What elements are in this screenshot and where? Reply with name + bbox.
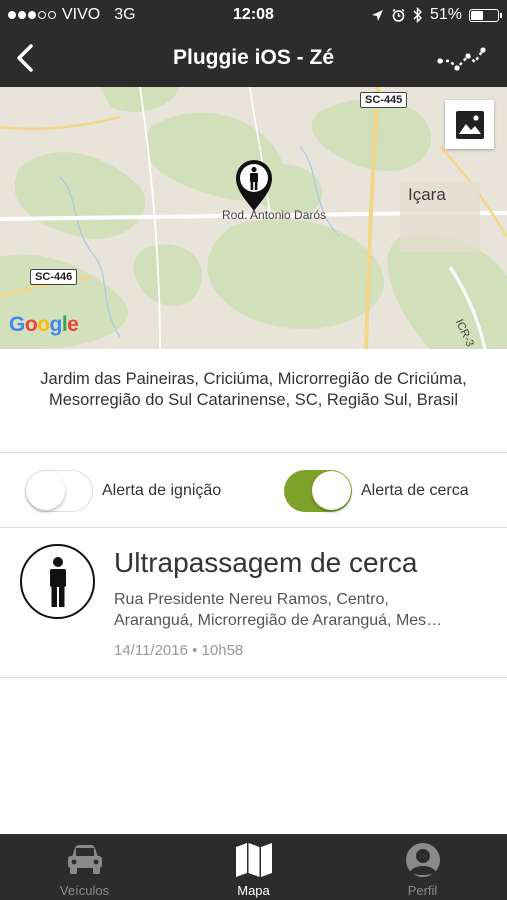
battery-icon (469, 8, 502, 22)
map-type-button[interactable] (445, 100, 494, 149)
image-icon (455, 110, 484, 139)
battery-percent: 51% (429, 6, 462, 23)
bluetooth-icon (413, 7, 422, 23)
tab-label-perfil: Perfil (407, 883, 438, 898)
car-icon (67, 845, 102, 874)
tab-mapa[interactable]: Mapa (169, 834, 338, 900)
fence-alert-toggle[interactable] (284, 470, 352, 512)
location-arrow-icon (371, 9, 383, 21)
ignition-alert-label: Alerta de ignição (102, 482, 222, 499)
event-address-line2: Araranguá, Microrregião de Araranguá, Me… (114, 612, 443, 629)
event-title: Ultrapassagem de cerca (114, 547, 418, 578)
event-list-item[interactable]: Ultrapassagem de cerca Rua Presidente Ne… (0, 528, 507, 678)
alarm-icon (392, 8, 405, 22)
location-address: Jardim das Paineiras, Criciúma, Microrre… (0, 349, 507, 453)
alert-toggles: Alerta de ignição Alerta de cerca (0, 453, 507, 528)
map-view[interactable]: SC-445 SC-446 Içara Rod. Antonio Darós I… (0, 87, 507, 349)
fence-alert-label: Alerta de cerca (361, 482, 469, 499)
person-pin-icon[interactable] (233, 157, 275, 213)
shield-sc-446: SC-446 (30, 269, 78, 285)
tab-label-veiculos: Veículos (59, 883, 110, 898)
person-icon (20, 544, 95, 619)
tab-label-mapa: Mapa (237, 883, 270, 898)
pluggie-logo-icon[interactable] (437, 44, 487, 72)
event-timestamp: 14/11/2016 • 10h58 (114, 642, 244, 659)
ignition-alert-toggle[interactable] (25, 470, 93, 512)
status-bar: VIVO 3G 12:08 51% (0, 0, 507, 30)
google-logo: Google (9, 313, 79, 336)
shield-sc-445: SC-445 (360, 92, 408, 108)
town-label: Içara (408, 185, 446, 204)
status-right: 51% (371, 6, 502, 24)
nav-bar: Pluggie iOS - Zé (0, 30, 507, 87)
profile-icon (405, 843, 440, 877)
map-icon (235, 843, 272, 877)
fence-toggle-knob (312, 471, 351, 510)
page-title: Pluggie iOS - Zé (172, 46, 335, 69)
event-address: Rua Presidente Nereu Ramos, Centro, Arar… (114, 589, 494, 631)
event-address-line1: Rua Presidente Nereu Ramos, Centro, (114, 591, 389, 608)
tab-perfil[interactable]: Perfil (338, 834, 507, 900)
ignition-toggle-knob (26, 471, 65, 510)
tab-bar: Veículos Mapa Perfil (0, 834, 507, 900)
tab-veiculos[interactable]: Veículos (0, 834, 169, 900)
